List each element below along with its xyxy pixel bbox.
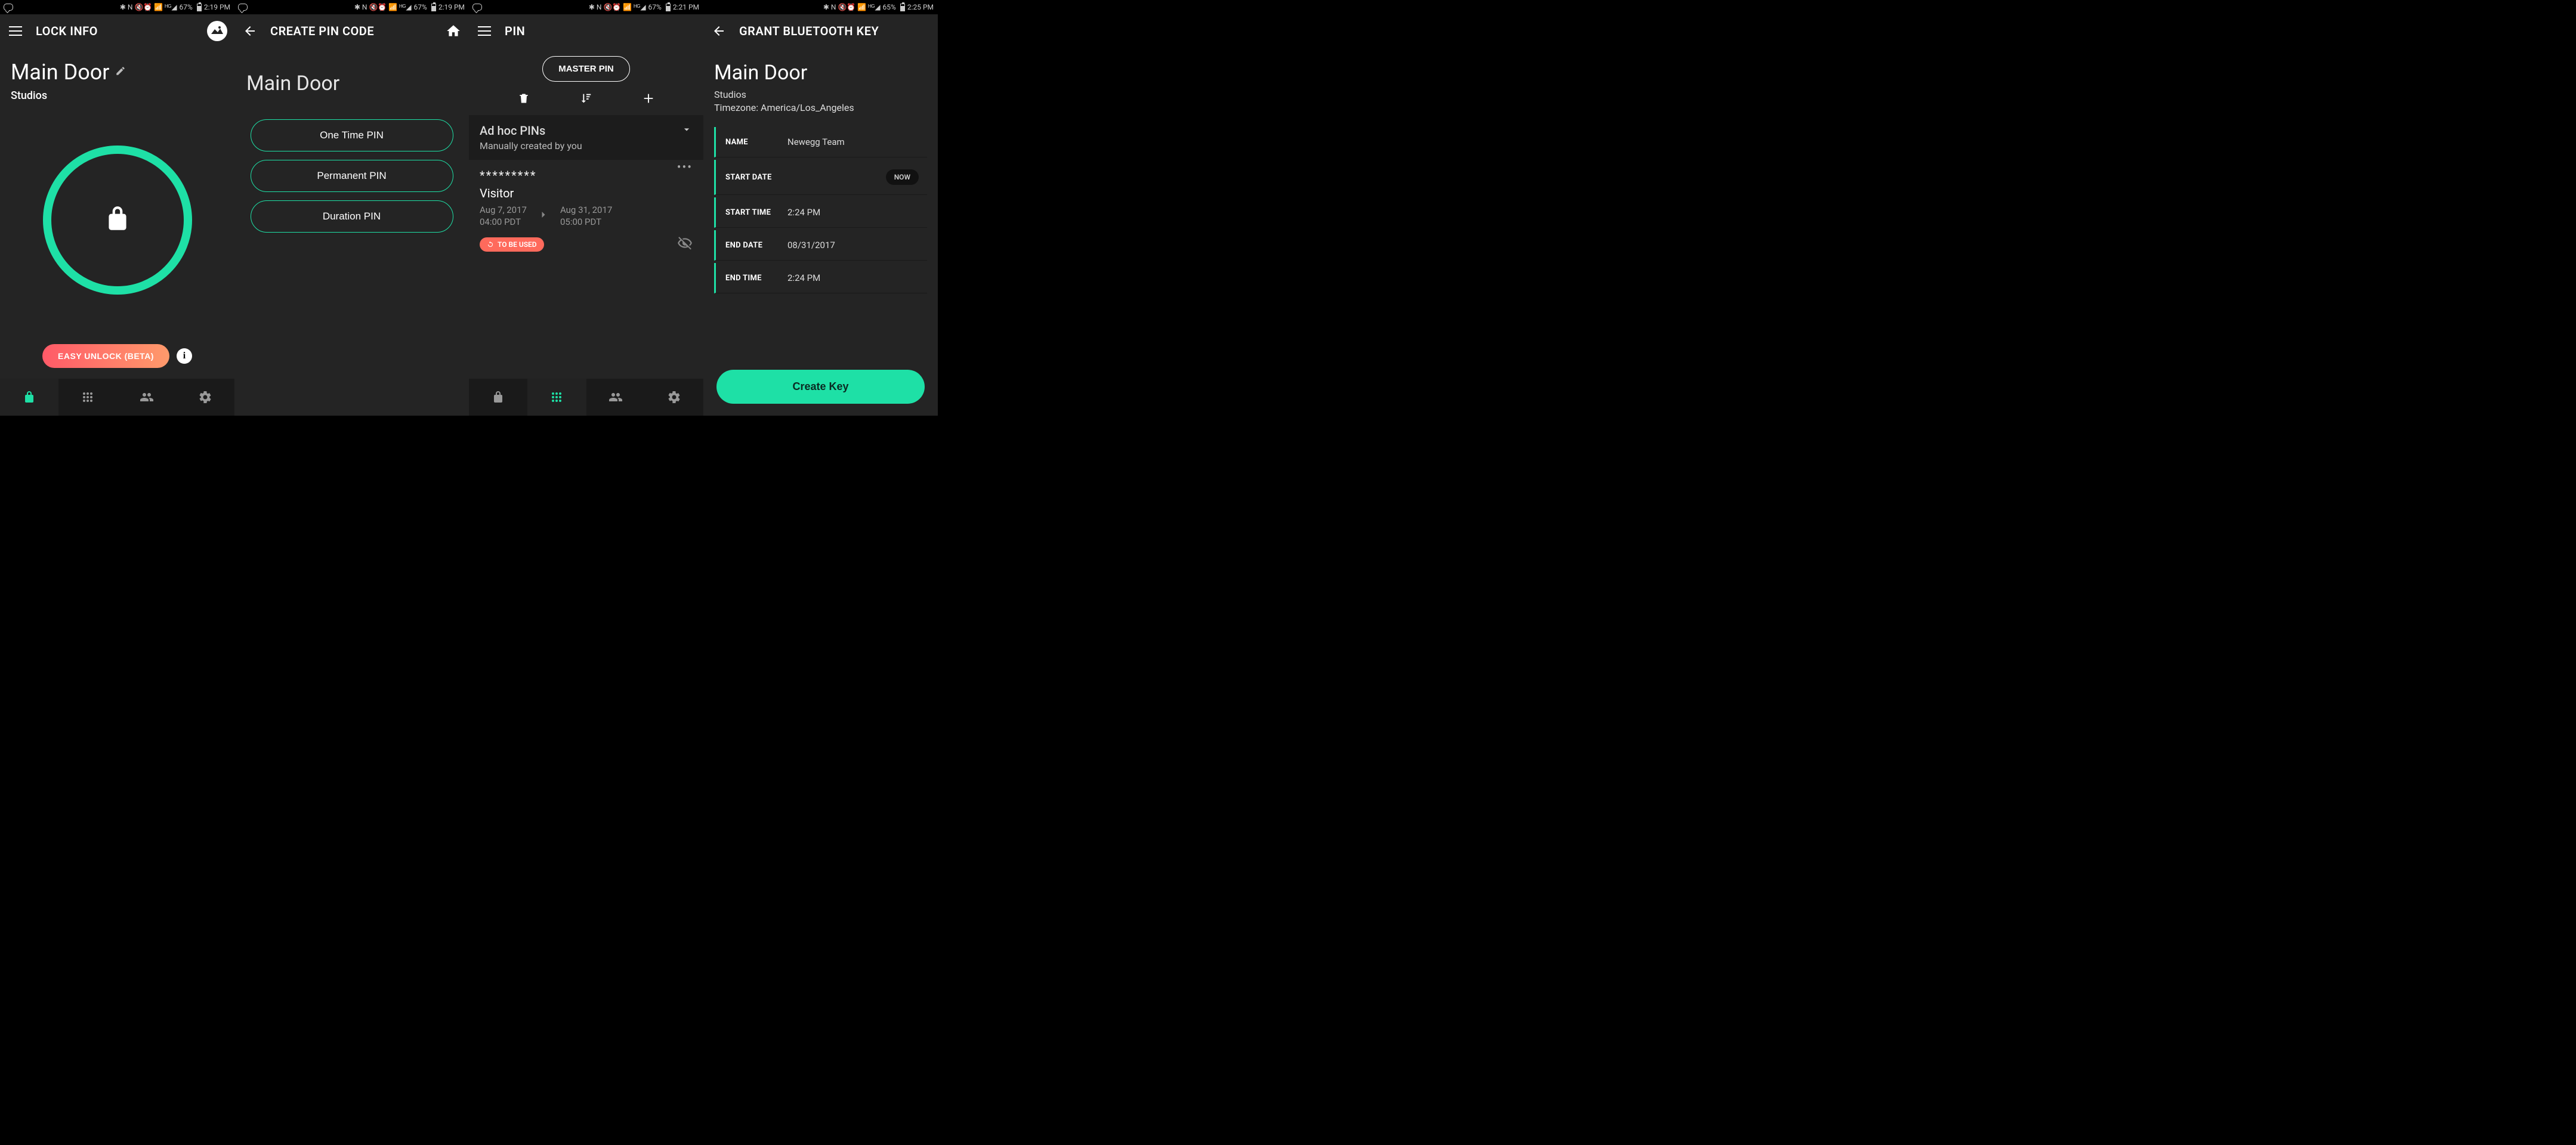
pin-mask: ********* xyxy=(480,168,693,182)
org-name: Studios xyxy=(11,89,224,102)
status-bar: ✱ N 🔇⏰ 📶 ᴴᴳ◢ 65% 2:25 PM xyxy=(703,0,938,14)
sort-icon[interactable] xyxy=(577,90,594,107)
screen-pin-list: ✱ N 🔇⏰ 📶 ᴴᴳ◢ 67% 2:21 PM PIN MASTER PIN … xyxy=(469,0,703,416)
duration-pin-button[interactable]: Duration PIN xyxy=(251,200,453,233)
chevron-right-icon xyxy=(538,209,549,223)
brand-logo[interactable] xyxy=(207,21,227,41)
clock: 2:25 PM xyxy=(907,3,934,11)
permanent-pin-button[interactable]: Permanent PIN xyxy=(251,160,453,192)
org-name: Studios xyxy=(714,88,927,101)
battery-icon xyxy=(898,4,906,11)
lock-status-ring[interactable] xyxy=(43,146,192,295)
more-icon[interactable]: ••• xyxy=(677,160,693,174)
master-pin-button[interactable]: MASTER PIN xyxy=(542,56,630,82)
status-bar: ✱ N 🔇⏰ 📶 ᴴᴳ◢ 67% 2:21 PM xyxy=(469,0,703,14)
lock-icon xyxy=(103,204,132,236)
pin-holder-name: Visitor xyxy=(480,186,693,200)
status-icons: ✱ N 🔇⏰ 📶 ᴴᴳ◢ xyxy=(588,3,647,11)
tab-pin[interactable] xyxy=(58,379,117,416)
status-icons: ✱ N 🔇⏰ 📶 ᴴᴳ◢ xyxy=(354,3,412,11)
tab-users[interactable] xyxy=(586,379,645,416)
menu-button[interactable] xyxy=(7,23,24,39)
app-bar: GRANT BLUETOOTH KEY xyxy=(703,14,938,48)
bottom-nav xyxy=(469,379,703,416)
clock: 2:19 PM xyxy=(438,3,465,11)
from-time: 04:00 PDT xyxy=(480,216,527,228)
battery-pct: 67% xyxy=(648,3,662,11)
status-icons: ✱ N 🔇⏰ 📶 ᴴᴳ◢ xyxy=(119,3,178,11)
status-chip: TO BE USED xyxy=(480,237,544,252)
notification-icon xyxy=(4,4,13,11)
status-bar: ✱ N 🔇⏰ 📶 ᴴᴳ◢ 67% 2:19 PM xyxy=(0,0,234,14)
bottom-nav xyxy=(0,379,234,416)
section-title: Ad hoc PINs xyxy=(480,123,582,138)
tab-pin[interactable] xyxy=(527,379,586,416)
tab-settings[interactable] xyxy=(645,379,703,416)
one-time-pin-button[interactable]: One Time PIN xyxy=(251,119,453,151)
field-start-date[interactable]: START DATE NOW xyxy=(714,160,927,195)
info-icon[interactable]: i xyxy=(177,348,192,364)
add-icon[interactable] xyxy=(640,90,657,107)
notification-icon xyxy=(472,4,482,11)
home-button[interactable] xyxy=(445,23,462,39)
from-date: Aug 7, 2017 xyxy=(480,204,527,216)
app-bar: LOCK INFO xyxy=(0,14,234,48)
tab-settings[interactable] xyxy=(176,379,234,416)
battery-pct: 67% xyxy=(413,3,428,11)
page-title: CREATE PIN CODE xyxy=(270,24,374,38)
tab-lock[interactable] xyxy=(0,379,58,416)
battery-pct: 65% xyxy=(882,3,897,11)
clock: 2:21 PM xyxy=(672,3,700,11)
tab-users[interactable] xyxy=(118,379,176,416)
door-name: Main Door xyxy=(246,72,457,95)
door-name: Main Door xyxy=(714,61,927,85)
app-bar: CREATE PIN CODE xyxy=(234,14,469,48)
back-button[interactable] xyxy=(242,23,258,39)
screen-create-pin: ✱ N 🔇⏰ 📶 ᴴᴳ◢ 67% 2:19 PM CREATE PIN CODE… xyxy=(234,0,469,416)
chevron-down-icon xyxy=(681,123,693,138)
clock: 2:19 PM xyxy=(203,3,231,11)
page-title: PIN xyxy=(505,24,525,38)
screen-grant-key: ✱ N 🔇⏰ 📶 ᴴᴳ◢ 65% 2:25 PM GRANT BLUETOOTH… xyxy=(703,0,938,416)
battery-icon xyxy=(429,4,437,11)
easy-unlock-button[interactable]: EASY UNLOCK (BETA) xyxy=(42,344,169,368)
status-bar: ✱ N 🔇⏰ 📶 ᴴᴳ◢ 67% 2:19 PM xyxy=(234,0,469,14)
page-title: LOCK INFO xyxy=(36,24,98,38)
battery-pct: 67% xyxy=(179,3,193,11)
app-bar: PIN xyxy=(469,14,703,48)
delete-icon[interactable] xyxy=(515,90,532,107)
back-button[interactable] xyxy=(711,23,727,39)
door-name: Main Door xyxy=(11,60,109,85)
visibility-off-icon[interactable] xyxy=(677,236,693,253)
to-time: 05:00 PDT xyxy=(560,216,612,228)
menu-button[interactable] xyxy=(476,23,493,39)
field-end-time[interactable]: END TIME 2:24 PM xyxy=(714,263,927,293)
tab-lock[interactable] xyxy=(469,379,527,416)
field-name[interactable]: NAME Newegg Team xyxy=(714,127,927,157)
battery-icon xyxy=(663,4,671,11)
to-date: Aug 31, 2017 xyxy=(560,204,612,216)
field-start-time[interactable]: START TIME 2:24 PM xyxy=(714,197,927,228)
notification-icon xyxy=(238,4,248,11)
edit-icon[interactable] xyxy=(115,66,126,79)
status-icons: ✱ N 🔇⏰ 📶 ᴴᴳ◢ xyxy=(823,3,881,11)
battery-icon xyxy=(194,4,202,11)
now-button[interactable]: NOW xyxy=(886,169,919,185)
pin-item[interactable]: ••• ********* Visitor Aug 7, 2017 04:00 … xyxy=(469,160,703,262)
section-subtitle: Manually created by you xyxy=(480,140,582,151)
screen-lock-info: ✱ N 🔇⏰ 📶 ᴴᴳ◢ 67% 2:19 PM LOCK INFO Main … xyxy=(0,0,234,416)
section-ad-hoc[interactable]: Ad hoc PINs Manually created by you xyxy=(469,115,703,160)
field-end-date[interactable]: END DATE 08/31/2017 xyxy=(714,230,927,261)
page-title: GRANT BLUETOOTH KEY xyxy=(739,24,879,38)
create-key-button[interactable]: Create Key xyxy=(716,370,925,404)
timezone: Timezone: America/Los_Angeles xyxy=(714,101,927,114)
